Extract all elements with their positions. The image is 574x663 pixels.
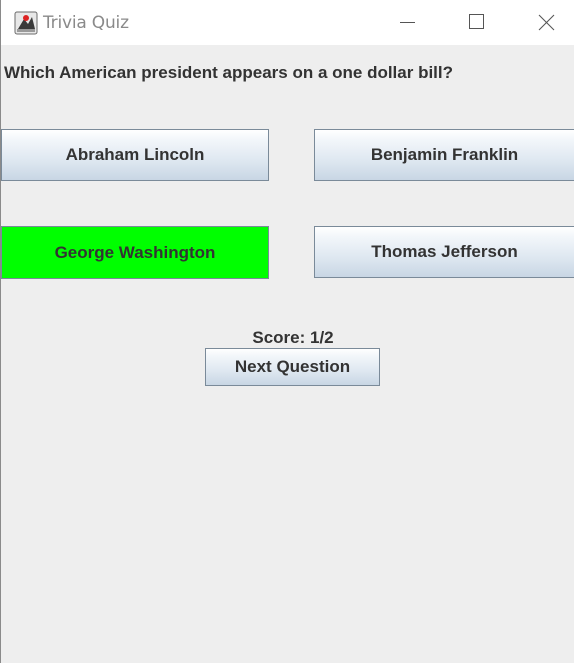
minimize-icon bbox=[400, 22, 415, 23]
question-text: Which American president appears on a on… bbox=[4, 63, 454, 82]
answer-button-4[interactable]: Thomas Jefferson bbox=[314, 226, 574, 278]
app-icon bbox=[14, 11, 38, 35]
maximize-icon bbox=[469, 14, 484, 29]
score-label: Score: 1/2 bbox=[252, 328, 334, 347]
close-button[interactable] bbox=[523, 0, 569, 45]
answer-button-1[interactable]: Abraham Lincoln bbox=[1, 129, 269, 181]
maximize-button[interactable] bbox=[453, 0, 499, 45]
answer-button-2[interactable]: Benjamin Franklin bbox=[314, 129, 574, 181]
title-bar[interactable]: Trivia Quiz bbox=[1, 0, 574, 45]
window-title: Trivia Quiz bbox=[43, 13, 129, 33]
next-question-button[interactable]: Next Question bbox=[205, 348, 380, 386]
close-icon bbox=[538, 14, 555, 31]
answer-button-3-correct[interactable]: George Washington bbox=[1, 226, 269, 279]
app-window: Trivia Quiz Which American president app… bbox=[0, 0, 574, 663]
minimize-button[interactable] bbox=[384, 0, 430, 45]
